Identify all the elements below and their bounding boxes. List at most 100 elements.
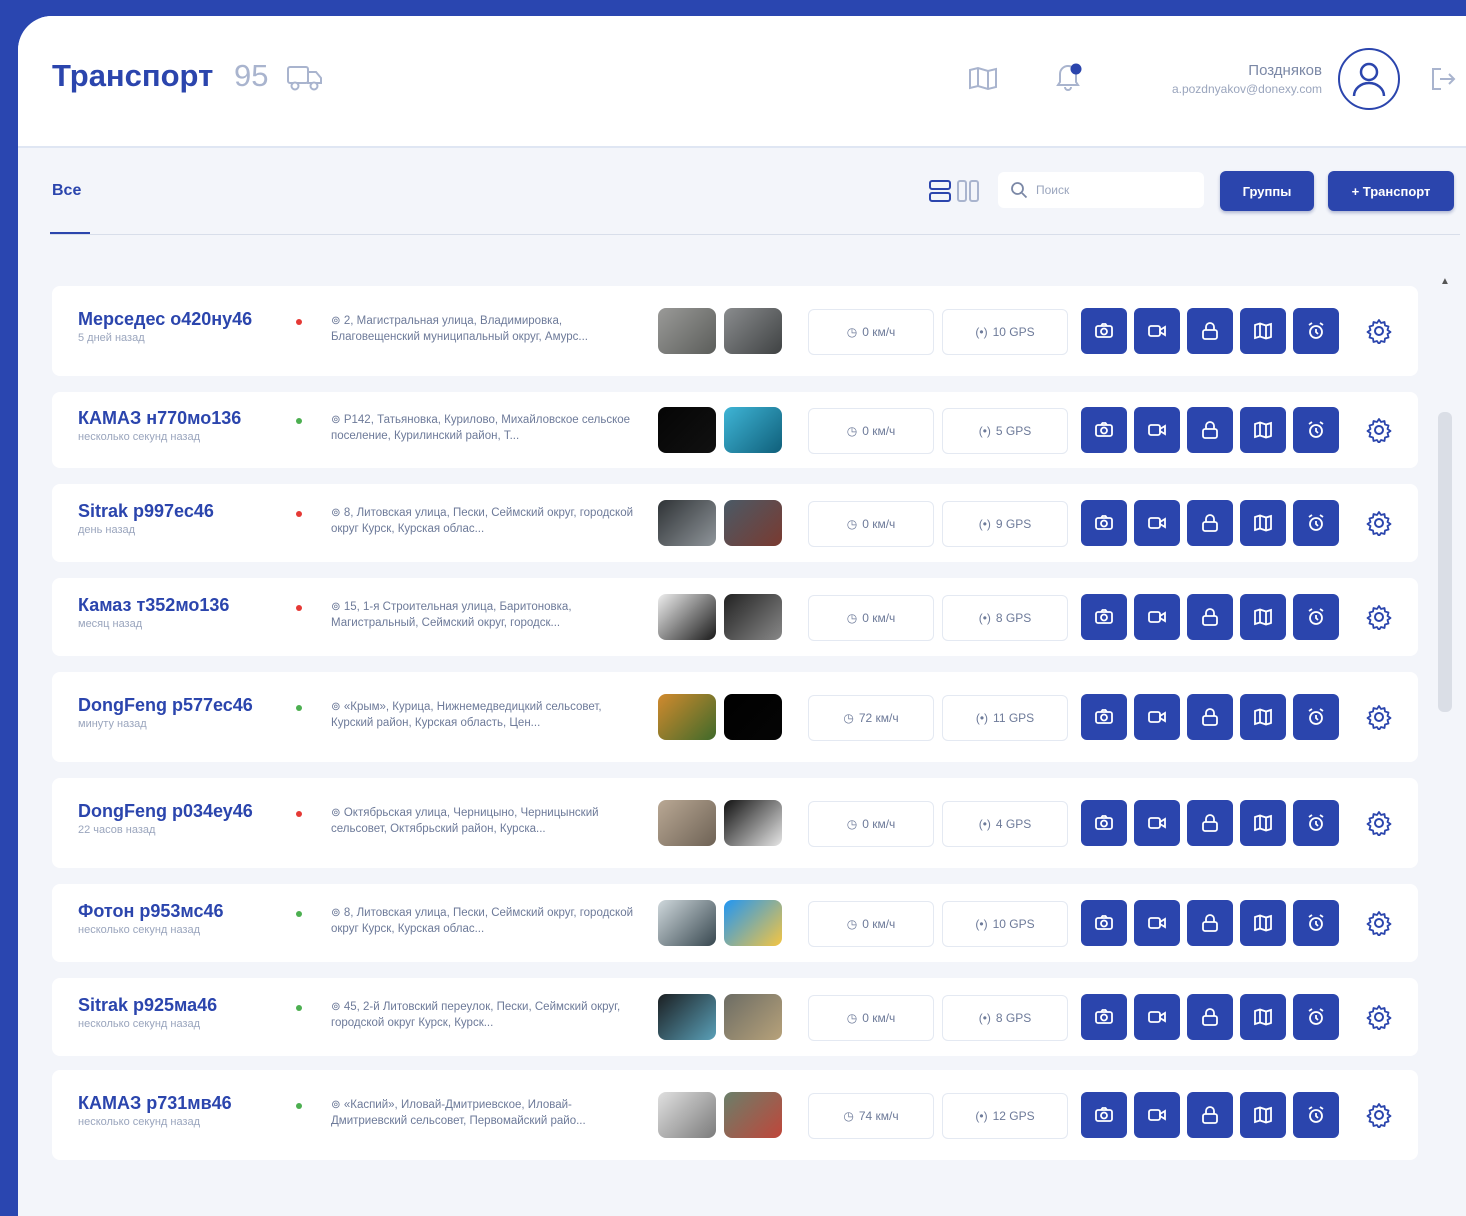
video-button[interactable] — [1134, 694, 1180, 740]
map-button[interactable] — [1240, 594, 1286, 640]
video-button[interactable] — [1134, 308, 1180, 354]
scroll-up-arrow[interactable]: ▲ — [1440, 276, 1450, 287]
groups-button[interactable]: Группы — [1220, 171, 1314, 211]
bell-icon[interactable] — [1054, 60, 1084, 92]
map-button[interactable] — [1240, 407, 1286, 453]
camera-thumbnail[interactable] — [724, 500, 782, 546]
lock-button[interactable] — [1187, 900, 1233, 946]
map-button[interactable] — [1240, 1092, 1286, 1138]
vehicle-name[interactable]: DongFeng р034еу46 — [78, 801, 253, 822]
lock-button[interactable] — [1187, 994, 1233, 1040]
camera-thumbnail[interactable] — [724, 994, 782, 1040]
video-button[interactable] — [1134, 900, 1180, 946]
camera-button[interactable] — [1081, 994, 1127, 1040]
settings-gear-icon[interactable] — [1366, 1102, 1392, 1129]
vehicle-row[interactable]: DongFeng р577ес46 минуту назад ⊚ «Крым», К… — [52, 672, 1418, 762]
video-button[interactable] — [1134, 407, 1180, 453]
camera-thumbnail[interactable] — [724, 1092, 782, 1138]
search-input[interactable]: Поиск — [998, 172, 1204, 208]
vehicle-name[interactable]: Фотон р953мс46 — [78, 901, 224, 922]
camera-button[interactable] — [1081, 594, 1127, 640]
camera-button[interactable] — [1081, 900, 1127, 946]
vehicle-name[interactable]: КАМАЗ н770мо136 — [78, 408, 241, 429]
settings-gear-icon[interactable] — [1366, 1004, 1392, 1031]
alarm-button[interactable] — [1293, 308, 1339, 354]
settings-gear-icon[interactable] — [1366, 604, 1392, 631]
logout-icon[interactable] — [1430, 66, 1458, 92]
camera-button[interactable] — [1081, 800, 1127, 846]
vehicle-row[interactable]: Sitrak р925ма46 несколько секунд назад ⊚ 4… — [52, 978, 1418, 1056]
vehicle-row[interactable]: Фотон р953мс46 несколько секунд назад ⊚ 8,… — [52, 884, 1418, 962]
camera-thumbnail[interactable] — [724, 594, 782, 640]
vehicle-row[interactable]: Мерседес о420ну46 5 дней назад ⊚ 2, Магист… — [52, 286, 1418, 376]
lock-button[interactable] — [1187, 1092, 1233, 1138]
add-transport-button[interactable]: + Транспорт — [1328, 171, 1454, 211]
video-button[interactable] — [1134, 1092, 1180, 1138]
camera-thumbnail[interactable] — [658, 594, 716, 640]
settings-gear-icon[interactable] — [1366, 417, 1392, 444]
map-button[interactable] — [1240, 500, 1286, 546]
camera-button[interactable] — [1081, 694, 1127, 740]
map-button[interactable] — [1240, 800, 1286, 846]
camera-thumbnail[interactable] — [658, 407, 716, 453]
alarm-button[interactable] — [1293, 594, 1339, 640]
camera-thumbnail[interactable] — [658, 900, 716, 946]
map-button[interactable] — [1240, 308, 1286, 354]
scrollbar-thumb[interactable] — [1438, 412, 1452, 712]
alarm-button[interactable] — [1293, 994, 1339, 1040]
camera-button[interactable] — [1081, 407, 1127, 453]
vehicle-name[interactable]: Sitrak р997ес46 — [78, 501, 214, 522]
camera-button[interactable] — [1081, 1092, 1127, 1138]
alarm-button[interactable] — [1293, 407, 1339, 453]
lock-button[interactable] — [1187, 594, 1233, 640]
map-button[interactable] — [1240, 694, 1286, 740]
tab-all[interactable]: Все — [52, 182, 81, 200]
vehicle-row[interactable]: Камаз т352мо136 месяц назад ⊚ 15, 1-я Стро… — [52, 578, 1418, 656]
settings-gear-icon[interactable] — [1366, 510, 1392, 537]
alarm-button[interactable] — [1293, 694, 1339, 740]
vehicle-name[interactable]: Камаз т352мо136 — [78, 595, 229, 616]
camera-thumbnail[interactable] — [658, 308, 716, 354]
map-button[interactable] — [1240, 900, 1286, 946]
camera-thumbnail[interactable] — [658, 500, 716, 546]
camera-thumbnail[interactable] — [724, 694, 782, 740]
camera-thumbnail[interactable] — [658, 994, 716, 1040]
camera-thumbnail[interactable] — [724, 407, 782, 453]
map-button[interactable] — [1240, 994, 1286, 1040]
vehicle-row[interactable]: КАМАЗ н770мо136 несколько секунд назад ⊚ Р… — [52, 392, 1418, 468]
lock-button[interactable] — [1187, 800, 1233, 846]
grid-view-icon[interactable] — [956, 178, 980, 204]
avatar[interactable] — [1338, 48, 1400, 110]
camera-thumbnail[interactable] — [724, 900, 782, 946]
lock-button[interactable] — [1187, 500, 1233, 546]
camera-thumbnail[interactable] — [724, 800, 782, 846]
alarm-button[interactable] — [1293, 900, 1339, 946]
lock-button[interactable] — [1187, 694, 1233, 740]
vehicle-name[interactable]: Sitrak р925ма46 — [78, 995, 217, 1016]
video-button[interactable] — [1134, 594, 1180, 640]
camera-button[interactable] — [1081, 500, 1127, 546]
map-icon[interactable] — [968, 66, 998, 92]
camera-thumbnail[interactable] — [724, 308, 782, 354]
alarm-button[interactable] — [1293, 1092, 1339, 1138]
vehicle-name[interactable]: Мерседес о420ну46 — [78, 309, 252, 330]
vehicle-row[interactable]: КАМАЗ р731мв46 несколько секунд назад ⊚ «К… — [52, 1070, 1418, 1160]
vehicle-row[interactable]: Sitrak р997ес46 день назад ⊚ 8, Литовская … — [52, 484, 1418, 562]
vehicle-row[interactable]: DongFeng р034еу46 22 часов назад ⊚ Октябрь… — [52, 778, 1418, 868]
vehicle-name[interactable]: DongFeng р577ес46 — [78, 695, 253, 716]
camera-thumbnail[interactable] — [658, 800, 716, 846]
video-button[interactable] — [1134, 500, 1180, 546]
settings-gear-icon[interactable] — [1366, 704, 1392, 731]
camera-thumbnail[interactable] — [658, 694, 716, 740]
camera-thumbnail[interactable] — [658, 1092, 716, 1138]
lock-button[interactable] — [1187, 308, 1233, 354]
camera-button[interactable] — [1081, 308, 1127, 354]
alarm-button[interactable] — [1293, 500, 1339, 546]
vehicle-name[interactable]: КАМАЗ р731мв46 — [78, 1093, 232, 1114]
alarm-button[interactable] — [1293, 800, 1339, 846]
video-button[interactable] — [1134, 800, 1180, 846]
settings-gear-icon[interactable] — [1366, 910, 1392, 937]
settings-gear-icon[interactable] — [1366, 318, 1392, 345]
list-view-icon[interactable] — [928, 178, 952, 204]
video-button[interactable] — [1134, 994, 1180, 1040]
